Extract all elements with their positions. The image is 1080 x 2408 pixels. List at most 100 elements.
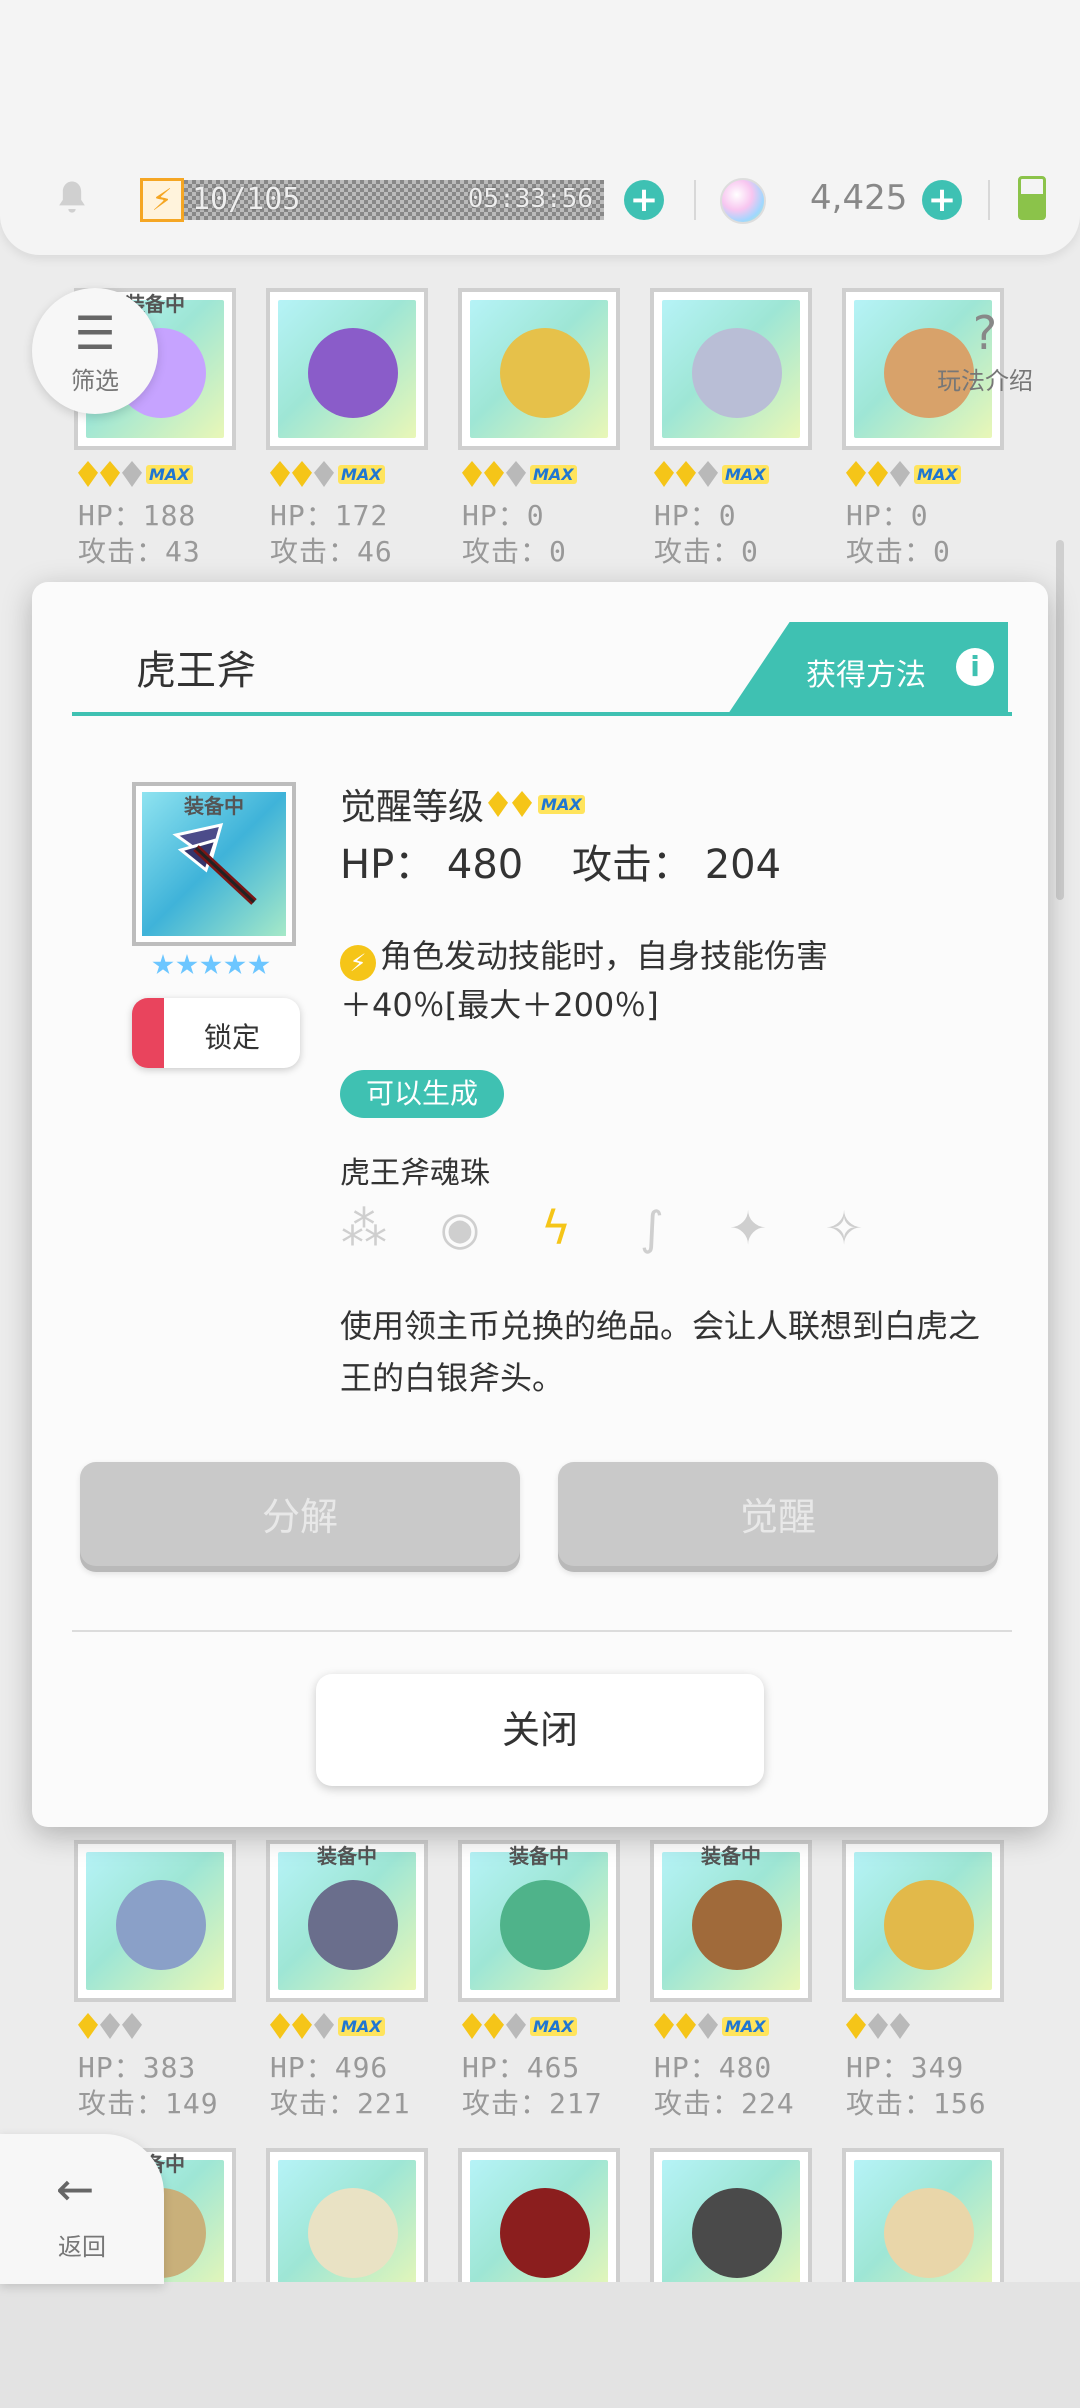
- awaken-diamond-icon: [654, 2013, 674, 2039]
- equipment-art: [278, 1852, 416, 1990]
- awaken-level: MAX: [270, 460, 385, 488]
- energy-value: 10/105: [192, 182, 301, 217]
- max-badge: MAX: [338, 464, 385, 484]
- skill-line-2: ＋40％[最大＋200％]: [340, 986, 659, 1024]
- awaken-diamond-icon: [462, 461, 482, 487]
- divider: [694, 180, 696, 220]
- equipment-art: [470, 2160, 608, 2298]
- wind-icon: ∫: [640, 1201, 664, 1255]
- equipment-art: [854, 1852, 992, 1990]
- equipment-card[interactable]: [266, 288, 428, 450]
- guide-button[interactable]: ? 玩法介绍: [922, 288, 1048, 414]
- awaken-level: MAX: [270, 2012, 385, 2040]
- equipped-badge: 装备中: [701, 1844, 761, 1868]
- equipment-art: [662, 2160, 800, 2298]
- lock-toggle[interactable]: 锁定: [132, 998, 300, 1068]
- equipment-card[interactable]: [74, 1840, 236, 2002]
- filter-button[interactable]: ☰ 筛选: [32, 288, 158, 414]
- equipment-card[interactable]: 装备中: [458, 1840, 620, 2002]
- item-detail-modal: 虎王斧 获得方法 i 装备中 锁定 觉醒等级 MAX HP： 480 攻击： 2…: [32, 582, 1048, 1827]
- awaken-diamond-icon: [846, 2013, 866, 2039]
- attack-stat: 攻击：149: [78, 2087, 219, 2120]
- max-badge: MAX: [722, 464, 769, 484]
- attack-stat: 攻击：217: [462, 2087, 603, 2120]
- element-icons: ⁂ ◉ ϟ ∫ ✦ ✧: [336, 1200, 872, 1256]
- awaken-diamond-icon: [868, 461, 888, 487]
- equipment-card[interactable]: [842, 1840, 1004, 2002]
- awaken-diamond-icon: [484, 461, 504, 487]
- equipped-badge: 装备中: [317, 1844, 377, 1868]
- hp-stat: HP： 480: [340, 842, 524, 888]
- awaken-diamond-icon: [78, 2013, 98, 2039]
- attack-stat: 攻击：0: [654, 535, 759, 568]
- awaken-diamond-icon: [512, 791, 533, 817]
- attack-stat: 攻击：156: [846, 2087, 987, 2120]
- hp-stat: HP：465: [462, 2051, 581, 2084]
- equipment-art: [86, 1852, 224, 1990]
- equipped-badge: 装备中: [184, 794, 244, 818]
- skill-description: ⚡ 角色发动技能时，自身技能伤害 ＋40％[最大＋200％]: [340, 932, 900, 1029]
- filter-label: 筛选: [71, 367, 119, 395]
- hp-stat: HP：496: [270, 2051, 389, 2084]
- awaken-diamond-icon: [100, 2013, 120, 2039]
- sparkle-icon: ✦: [728, 1201, 768, 1255]
- equipped-badge: 装备中: [509, 1844, 569, 1868]
- orb-icon: ◉: [439, 1201, 481, 1255]
- equipment-card[interactable]: 装备中: [266, 1840, 428, 2002]
- scrollbar[interactable]: [1056, 540, 1064, 900]
- item-description: 使用领主币兑换的绝品。会让人联想到白虎之王的白银斧头。: [340, 1307, 981, 1397]
- rarity-stars: [152, 954, 270, 976]
- equipment-art: [278, 2160, 416, 2298]
- equipment-icon: [884, 1880, 974, 1970]
- equipment-card[interactable]: [458, 288, 620, 450]
- hp-stat: HP：349: [846, 2051, 965, 2084]
- awaken-diamond-icon: [676, 2013, 696, 2039]
- arrow-left-icon: ←: [55, 2162, 95, 2216]
- can-make-badge: 可以生成: [340, 1070, 505, 1118]
- awaken-level: 觉醒等级 MAX: [340, 778, 585, 830]
- star-icon: [248, 954, 270, 975]
- attack-stat: 攻击：224: [654, 2087, 795, 2120]
- add-energy-button[interactable]: +: [624, 180, 664, 220]
- obtain-method-button[interactable]: 获得方法 i: [728, 622, 1008, 714]
- decompose-button[interactable]: 分解: [80, 1462, 520, 1572]
- earth-icon: ⁂: [341, 1201, 387, 1255]
- item-title: 虎王斧: [136, 648, 256, 694]
- bell-icon[interactable]: [50, 176, 94, 220]
- lightning-icon: ϟ: [540, 1201, 572, 1255]
- filter-icon: ☰: [74, 306, 116, 360]
- add-gem-button[interactable]: +: [922, 180, 962, 220]
- awaken-diamond-icon: [890, 461, 910, 487]
- hp-stat: HP：480: [654, 2051, 773, 2084]
- equipment-art: [662, 300, 800, 438]
- awaken-diamond-icon: [314, 2013, 334, 2039]
- close-button[interactable]: 关闭: [316, 1674, 764, 1786]
- awaken-diamond-icon: [122, 461, 142, 487]
- equipment-icon: [500, 328, 590, 418]
- gem-icon: [720, 178, 766, 224]
- max-badge: MAX: [914, 464, 961, 484]
- equipment-card[interactable]: 装备中: [650, 1840, 812, 2002]
- equipment-icon: [116, 1880, 206, 1970]
- equipment-art: [470, 300, 608, 438]
- equipment-icon: [692, 2188, 782, 2278]
- star-icon: [152, 954, 174, 975]
- awaken-diamond-icon: [100, 461, 120, 487]
- back-button[interactable]: ← 返回: [0, 2134, 164, 2284]
- equipment-art: [854, 2160, 992, 2298]
- attack-stat: 攻击：0: [846, 535, 951, 568]
- awaken-diamond-icon: [314, 461, 334, 487]
- awaken-button[interactable]: 觉醒: [558, 1462, 998, 1572]
- obtain-method-label: 获得方法: [806, 658, 926, 693]
- equipment-card[interactable]: [650, 288, 812, 450]
- max-badge: MAX: [530, 464, 577, 484]
- bottom-bar: [0, 2282, 1080, 2408]
- awaken-diamond-icon: [122, 2013, 142, 2039]
- lightning-icon: ⚡: [340, 945, 376, 981]
- attack-stat: 攻击：0: [462, 535, 567, 568]
- attack-stat: 攻击：46: [270, 535, 393, 568]
- star-icon: [176, 954, 198, 975]
- question-icon: ?: [972, 306, 998, 360]
- awaken-diamond-icon: [698, 2013, 718, 2039]
- awaken-diamond-icon: [676, 461, 696, 487]
